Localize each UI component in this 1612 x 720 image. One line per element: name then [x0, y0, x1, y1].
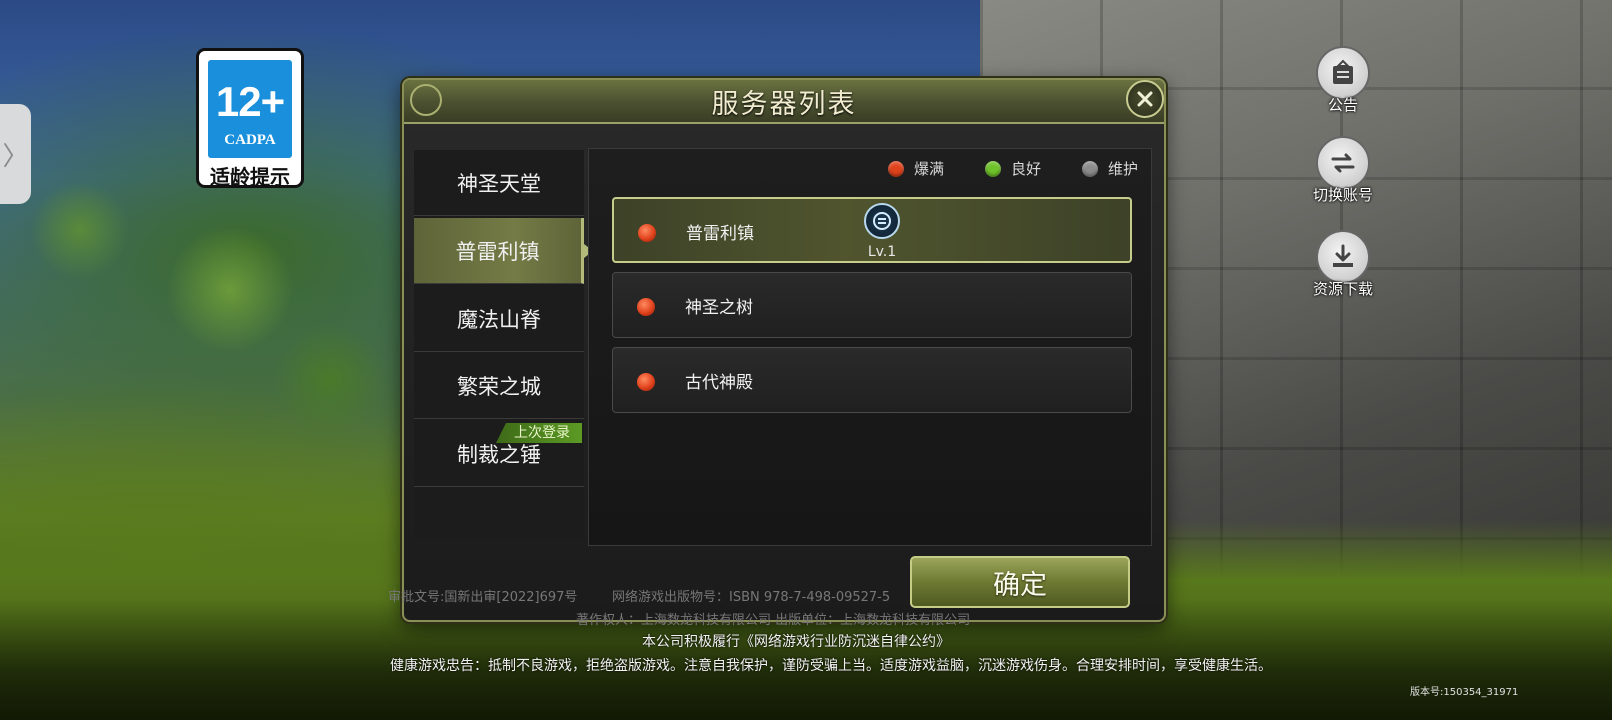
category-label: 繁荣之城: [457, 374, 541, 399]
switch-account-button[interactable]: 切换账号: [1298, 136, 1388, 205]
age-rating-tip: 适龄提示: [210, 165, 290, 189]
character-class-icon: [864, 203, 900, 239]
category-item[interactable]: 魔法山脊: [414, 286, 584, 352]
server-name: 古代神殿: [685, 373, 753, 393]
panel-header: 服务器列表: [404, 80, 1164, 124]
legend-label: 爆满: [914, 160, 945, 178]
confirm-button[interactable]: 确定: [910, 556, 1130, 608]
server-row[interactable]: 神圣之树: [612, 272, 1132, 338]
approval-number: 审批文号:国新出审[2022]697号: [388, 590, 578, 605]
age-rating-org: CADPA: [224, 132, 276, 148]
last-login-badge: 上次登录: [496, 423, 582, 443]
chevron-right-icon: 〉: [2, 141, 29, 172]
category-label: 普雷利镇: [455, 239, 540, 264]
category-label: 神圣天堂: [457, 171, 541, 196]
resource-download-label: 资源下载: [1312, 280, 1373, 298]
legend-item-good: 良好: [985, 158, 1041, 179]
health-advice: 健康游戏忠告：抵制不良游戏，拒绝盗版游戏。注意自我保护，谨防受骗上当。适度游戏益…: [390, 658, 1272, 674]
version-number: 版本号:150354_31971: [1410, 687, 1519, 698]
notice-button[interactable]: 公告: [1298, 46, 1388, 115]
status-good-icon: [985, 160, 1001, 177]
swap-arrows-icon: [1316, 136, 1370, 190]
status-full-icon: [888, 160, 904, 177]
close-button[interactable]: [1126, 80, 1164, 118]
legend-label: 维护: [1108, 160, 1139, 178]
download-icon: [1316, 230, 1370, 284]
resource-download-button[interactable]: 资源下载: [1298, 230, 1388, 299]
panel-title: 服务器列表: [711, 89, 857, 120]
age-rating-blue-block: 12+ CADPA: [208, 60, 292, 158]
category-label: 制裁之锤: [457, 442, 541, 467]
category-label: 魔法山脊: [457, 307, 541, 332]
side-expand-tab[interactable]: 〉: [0, 104, 31, 204]
category-item[interactable]: 繁荣之城: [414, 353, 584, 419]
region-category-list: 神圣天堂 普雷利镇 魔法山脊 繁荣之城 制裁之锤: [414, 150, 593, 538]
legend-item-full: 爆满: [888, 158, 944, 179]
status-full-icon: [638, 224, 656, 242]
status-full-icon: [637, 298, 655, 316]
notice-board-icon: [1316, 46, 1370, 100]
isbn-number: 网络游戏出版物号：ISBN 978-7-498-09527-5: [612, 590, 891, 605]
server-name: 普雷利镇: [686, 224, 754, 244]
server-row[interactable]: 古代神殿: [612, 347, 1132, 413]
category-item-active[interactable]: 普雷利镇: [414, 218, 593, 284]
anti-addiction-pledge: 本公司积极履行《网络游戏行业防沉迷自律公约》: [642, 634, 950, 650]
age-rating-number: 12+: [215, 78, 285, 125]
confirm-label: 确定: [993, 569, 1047, 601]
server-name: 神圣之树: [685, 298, 753, 318]
copyright-text: 著作权人：上海数龙科技有限公司 出版单位：上海数龙科技有限公司: [576, 613, 971, 628]
background-trees: [0, 150, 420, 470]
status-full-icon: [637, 373, 655, 391]
legend-label: 良好: [1011, 160, 1042, 178]
character-level: Lv.1: [867, 244, 897, 260]
legend-item-maintenance: 维护: [1082, 158, 1138, 179]
switch-account-label: 切换账号: [1312, 186, 1373, 204]
notice-label: 公告: [1327, 96, 1358, 114]
status-maintenance-icon: [1082, 160, 1098, 177]
age-rating-badge: 12+ CADPA 适龄提示: [196, 48, 304, 189]
close-icon: [1137, 91, 1153, 107]
category-item[interactable]: 神圣天堂: [414, 150, 584, 216]
